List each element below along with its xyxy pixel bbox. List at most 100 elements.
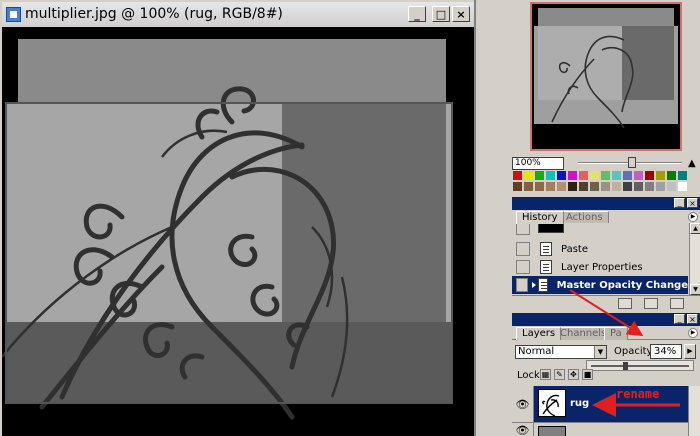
scroll-up-icon[interactable]: ▲ <box>690 223 700 234</box>
history-checkbox[interactable] <box>516 223 530 235</box>
new-snapshot-icon[interactable] <box>644 298 658 309</box>
opacity-arrow-icon[interactable]: ▶ <box>684 344 696 359</box>
minimize-button[interactable]: _ <box>408 6 426 22</box>
color-swatch[interactable] <box>655 170 666 181</box>
layer-name[interactable]: rug <box>570 398 589 409</box>
color-swatch[interactable] <box>622 181 633 192</box>
eye-icon[interactable]: 👁 <box>512 386 534 422</box>
blend-mode-select[interactable]: Normal ▼ <box>515 345 607 359</box>
zoom-field[interactable]: 100% <box>512 156 564 170</box>
blend-mode-value: Normal <box>518 346 555 357</box>
maximize-button[interactable]: □ <box>432 6 450 22</box>
history-item[interactable]: Layer Properties <box>512 258 688 276</box>
zoom-slider[interactable] <box>578 156 682 170</box>
color-swatch[interactable] <box>545 170 556 181</box>
document-title: multiplier.jpg @ 100% (rug, RGB/8#) <box>25 6 283 22</box>
lock-all-icon[interactable]: ■ <box>582 369 593 380</box>
chevron-down-icon[interactable]: ▼ <box>594 346 606 358</box>
history-checkbox[interactable] <box>516 242 530 256</box>
lock-transparency-icon[interactable]: ▦ <box>540 369 551 380</box>
history-panel-header[interactable]: _ × <box>512 197 700 210</box>
layers-tab-row: Layers Channels Pa ▶ <box>512 326 700 340</box>
history-state-icon <box>540 260 552 274</box>
close-button[interactable]: × <box>452 6 470 22</box>
color-swatch[interactable] <box>512 181 523 192</box>
history-scrollbar[interactable]: ▲ ▼ <box>689 223 700 295</box>
color-swatch[interactable] <box>677 170 688 181</box>
color-swatch[interactable] <box>655 181 666 192</box>
new-document-icon[interactable] <box>618 298 632 309</box>
document-window: multiplier.jpg @ 100% (rug, RGB/8#) _ □ … <box>0 0 476 436</box>
layer-thumbnail <box>538 426 566 436</box>
scroll-down-icon[interactable]: ▼ <box>690 284 700 295</box>
palette-menu-icon[interactable]: ▶ <box>688 212 698 222</box>
color-swatch[interactable] <box>578 170 589 181</box>
layer-row-rug[interactable]: 👁 rug <box>512 386 688 422</box>
color-swatch[interactable] <box>556 181 567 192</box>
color-swatch[interactable] <box>600 170 611 181</box>
document-icon <box>6 6 21 22</box>
lock-paint-icon[interactable]: ✎ <box>554 369 565 380</box>
history-footer <box>512 295 700 310</box>
tab-layers[interactable]: Layers <box>516 327 562 340</box>
color-swatch[interactable] <box>523 181 534 192</box>
history-item-selected[interactable]: Master Opacity Change <box>512 276 688 294</box>
color-swatch[interactable] <box>567 170 578 181</box>
color-swatch[interactable] <box>666 181 677 192</box>
color-swatch[interactable] <box>677 181 688 192</box>
color-swatch[interactable] <box>578 181 589 192</box>
current-state-arrow-icon <box>532 282 536 288</box>
color-swatch[interactable] <box>633 181 644 192</box>
history-item-label: Paste <box>561 243 588 255</box>
tab-paths[interactable]: Pa <box>604 327 628 340</box>
history-list: Paste Layer Properties Master Opacity Ch… <box>512 223 700 295</box>
color-swatch[interactable] <box>545 181 556 192</box>
layers-panel-header[interactable]: _ × <box>512 313 700 326</box>
zoom-slider-knob[interactable] <box>628 157 637 168</box>
eye-icon[interactable]: 👁 <box>512 423 534 436</box>
window-controls: _ □ × <box>408 6 470 22</box>
lock-move-icon[interactable]: ✥ <box>568 369 579 380</box>
history-item[interactable]: Paste <box>512 240 688 258</box>
color-swatch[interactable] <box>611 170 622 181</box>
minimize-icon[interactable]: _ <box>674 198 685 208</box>
color-swatch[interactable] <box>589 170 600 181</box>
color-swatch[interactable] <box>534 170 545 181</box>
document-title-bar[interactable]: multiplier.jpg @ 100% (rug, RGB/8#) _ □ … <box>2 2 474 26</box>
color-swatch[interactable] <box>523 170 534 181</box>
history-checkbox[interactable] <box>516 278 528 292</box>
color-swatch[interactable] <box>567 181 578 192</box>
layer-row-background[interactable]: 👁 <box>512 422 688 436</box>
layer-thumbnail-art <box>539 390 565 416</box>
color-swatch[interactable] <box>556 170 567 181</box>
history-checkbox[interactable] <box>516 260 530 274</box>
swatch-grid[interactable] <box>512 170 688 192</box>
layers-scrollbar[interactable] <box>688 386 700 436</box>
color-swatch[interactable] <box>666 170 677 181</box>
opacity-slider-knob[interactable] <box>623 362 629 370</box>
state-thumbnail <box>538 223 564 233</box>
palette-menu-icon[interactable]: ▶ <box>688 328 698 338</box>
color-swatch[interactable] <box>622 170 633 181</box>
navigator-preview[interactable] <box>530 2 682 151</box>
image-canvas[interactable] <box>2 27 474 436</box>
color-swatch[interactable] <box>512 170 523 181</box>
mountain-icon[interactable]: ▲ <box>688 158 698 169</box>
photoshop-workspace: multiplier.jpg @ 100% (rug, RGB/8#) _ □ … <box>0 0 700 436</box>
opacity-field[interactable]: 34% <box>650 344 682 359</box>
opacity-slider-popup[interactable] <box>586 360 694 371</box>
close-icon[interactable]: × <box>687 314 698 324</box>
minimize-icon[interactable]: _ <box>674 314 685 324</box>
color-swatch[interactable] <box>600 181 611 192</box>
color-swatch[interactable] <box>611 181 622 192</box>
trash-icon[interactable] <box>670 298 684 309</box>
tab-history[interactable]: History <box>516 211 564 224</box>
history-prev-state[interactable] <box>512 223 688 237</box>
color-swatch[interactable] <box>633 170 644 181</box>
color-swatch[interactable] <box>644 170 655 181</box>
color-swatch[interactable] <box>589 181 600 192</box>
color-swatch[interactable] <box>644 181 655 192</box>
palette-dock: 100% ▲ _ × History Actions ▶ Paste Layer… <box>508 0 700 436</box>
color-swatch[interactable] <box>534 181 545 192</box>
close-icon[interactable]: × <box>687 198 698 208</box>
